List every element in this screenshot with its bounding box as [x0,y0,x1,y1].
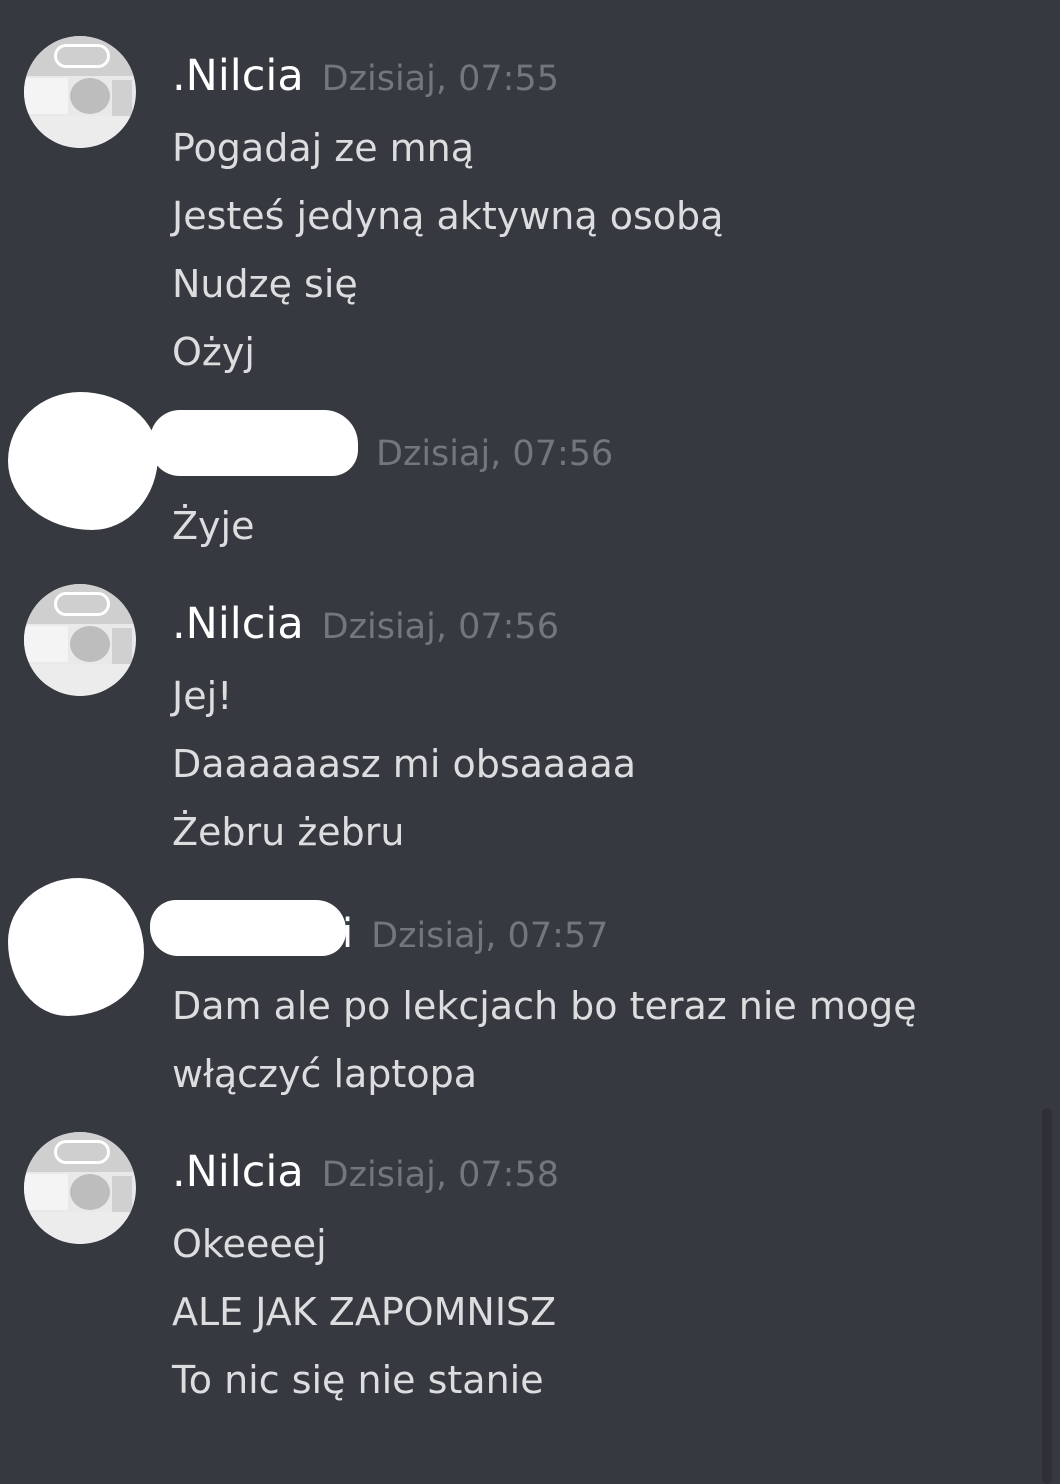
redacted-username [150,900,346,956]
message-line[interactable]: ALE JAK ZAPOMNISZ [172,1278,556,1346]
chat-message-list[interactable]: .Nilcia Dzisiaj, 07:55 Pogadaj ze mną Jes… [0,0,1060,1484]
username[interactable]: .Nilcia [172,1147,304,1197]
scrollbar[interactable] [1042,1108,1052,1484]
avatar[interactable] [24,584,136,696]
message-line[interactable]: Pogadaj ze mną [172,114,723,182]
timestamp[interactable]: Dzisiaj, 07:56 [322,607,559,647]
timestamp[interactable]: Dzisiaj, 07:55 [322,59,559,99]
message-content: Okeeeej ALE JAK ZAPOMNISZ To nic się nie… [172,1210,556,1414]
message-header: Dzisiaj, 07:56 [376,424,613,484]
message-line[interactable]: Daaaaaasz mi obsaaaaa [172,730,636,798]
avatar[interactable] [24,36,136,148]
message-content: Pogadaj ze mną Jesteś jedyną aktywną oso… [172,114,723,386]
message-line[interactable]: Jesteś jedyną aktywną osobą [172,182,723,250]
redacted-avatar[interactable] [8,392,158,530]
message-line[interactable]: Dam ale po lekcjach bo teraz nie mogę [172,972,917,1040]
message-line[interactable]: Ożyj [172,318,723,386]
message-content: Dam ale po lekcjach bo teraz nie mogę wł… [172,972,917,1108]
message-line[interactable]: Żebru żebru [172,798,636,866]
message-content: Jej! Daaaaaasz mi obsaaaaa Żebru żebru [172,662,636,866]
message-header: .Nilcia Dzisiaj, 07:55 [172,46,559,106]
avatar[interactable] [24,1132,136,1244]
timestamp[interactable]: Dzisiaj, 07:57 [371,916,608,956]
message-content: Żyje [172,492,254,560]
username[interactable]: .Nilcia [172,599,304,649]
redacted-username [150,410,358,476]
timestamp[interactable]: Dzisiaj, 07:58 [322,1155,559,1195]
message-line[interactable]: Jej! [172,662,636,730]
redacted-avatar[interactable] [8,878,144,1016]
username[interactable]: i [342,911,353,957]
message-header: .Nilcia Dzisiaj, 07:56 [172,594,559,654]
timestamp[interactable]: Dzisiaj, 07:56 [376,434,613,474]
message-line[interactable]: Żyje [172,492,254,560]
message-header: .Nilcia Dzisiaj, 07:58 [172,1142,559,1202]
message-line[interactable]: Okeeeej [172,1210,556,1278]
message-header: i Dzisiaj, 07:57 [342,904,608,964]
message-line[interactable]: To nic się nie stanie [172,1346,556,1414]
username[interactable]: .Nilcia [172,51,304,101]
message-line[interactable]: włączyć laptopa [172,1040,917,1108]
message-line[interactable]: Nudzę się [172,250,723,318]
